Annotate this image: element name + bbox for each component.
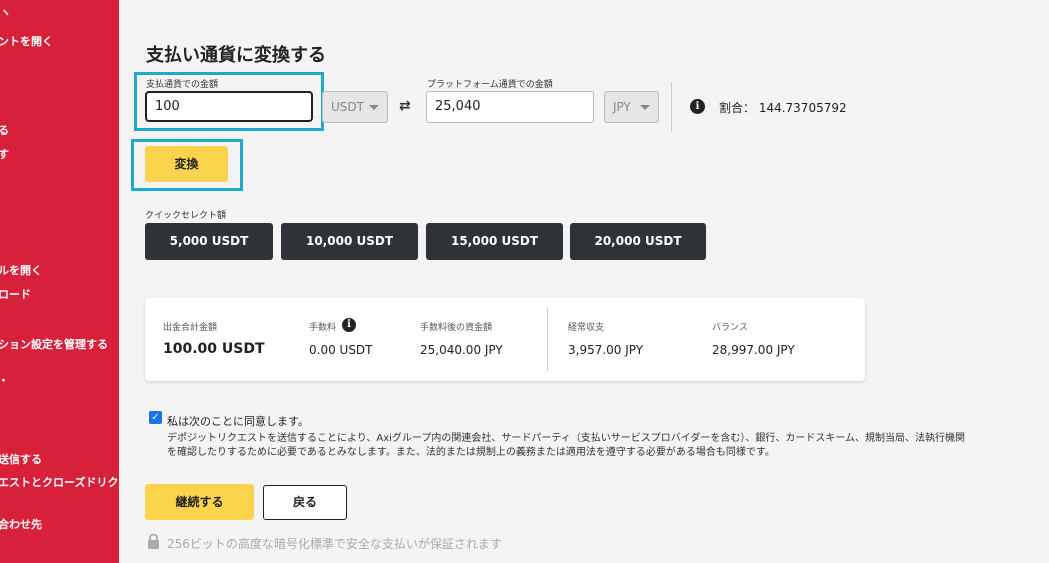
- quick-select-20000[interactable]: 20,000 USDT: [570, 223, 706, 260]
- info-icon[interactable]: i: [690, 99, 705, 114]
- sidebar-item-open-account[interactable]: ントを開く: [0, 33, 53, 49]
- balance-value: 3,957.00 JPY: [568, 343, 644, 357]
- agree-line-2: を確認したりするために必要であるとみなします。また、法的または規制上の義務または…: [167, 447, 775, 458]
- platform-currency-value: JPY: [613, 100, 631, 114]
- sidebar-item-dot: ・: [0, 372, 9, 388]
- quick-select-label: クイックセレクト額: [145, 211, 227, 221]
- sidebar-item-2[interactable]: る: [0, 122, 9, 138]
- continue-button[interactable]: 継続する: [145, 484, 254, 520]
- total-value: 100.00 USDT: [163, 341, 265, 357]
- after-fee-value: 25,040.00 JPY: [420, 343, 503, 357]
- secure-payment-note: 256ビットの高度な暗号化標準で安全な支払いが保証されます: [167, 537, 502, 551]
- platform-amount-label: プラットフォーム通貨での金額: [427, 80, 553, 90]
- pay-currency-select[interactable]: USDT: [322, 91, 388, 123]
- agree-title: 私は次のことに同意します。: [167, 415, 309, 428]
- sidebar: ヽ ントを開く る す ルを開く ロード ション設定を管理する ・ 送信する エ…: [0, 0, 119, 563]
- convert-button[interactable]: 変換: [145, 146, 228, 182]
- exchange-rate: 割合： 144.73705792: [719, 101, 847, 115]
- agree-line-1: デポジットリクエストを送信することにより、Axiグループ内の関連会社、サードパー…: [167, 433, 966, 444]
- quick-select-10000[interactable]: 10,000 USDT: [281, 223, 418, 260]
- agree-body: デポジットリクエストを送信することにより、Axiグループ内の関連会社、サードパー…: [167, 432, 965, 460]
- swap-icon[interactable]: ⇄: [399, 98, 411, 114]
- sidebar-item-download[interactable]: ロード: [0, 286, 31, 302]
- chevron-down-icon: [369, 105, 379, 110]
- equity-label: バランス: [712, 323, 748, 333]
- fee-value: 0.00 USDT: [309, 343, 373, 357]
- chevron-down-icon: [640, 105, 650, 110]
- sidebar-item-open-tool[interactable]: ルを開く: [0, 262, 42, 278]
- equity-value: 28,997.00 JPY: [712, 343, 795, 357]
- agree-checkbox[interactable]: ✓: [149, 411, 162, 424]
- quick-select-5000[interactable]: 5,000 USDT: [145, 223, 273, 260]
- back-button[interactable]: 戻る: [263, 485, 347, 520]
- balance-label: 経常収支: [568, 323, 605, 333]
- sidebar-item-requests[interactable]: エストとクローズドリク: [0, 474, 118, 490]
- sidebar-item-manage-settings[interactable]: ション設定を管理する: [0, 336, 108, 352]
- total-label: 出金合計金額: [163, 323, 218, 333]
- pay-amount-input[interactable]: 100: [145, 91, 313, 122]
- chevron-icon: ヽ: [0, 6, 11, 19]
- lock-icon: [148, 534, 159, 549]
- platform-currency-select[interactable]: JPY: [604, 91, 659, 123]
- platform-amount-input[interactable]: 25,040: [426, 91, 594, 123]
- sidebar-item-3[interactable]: す: [0, 146, 9, 162]
- quick-select-15000[interactable]: 15,000 USDT: [426, 223, 563, 260]
- sidebar-item-contact[interactable]: 合わせ先: [0, 516, 42, 532]
- fee-info-icon[interactable]: i: [342, 318, 356, 332]
- summary-divider: [547, 308, 548, 371]
- sidebar-item-send[interactable]: 送信する: [0, 451, 42, 467]
- after-fee-label: 手数料後の資金額: [420, 323, 493, 333]
- pay-amount-label: 支払通貨での金額: [146, 80, 219, 90]
- page-title: 支払い通貨に変換する: [146, 45, 326, 66]
- fee-label: 手数料: [309, 323, 337, 333]
- pay-currency-value: USDT: [331, 100, 364, 114]
- divider: [671, 82, 672, 132]
- main-content: 支払い通貨に変換する 支払通貨での金額 100 USDT ⇄ プラットフォーム通…: [119, 0, 1049, 563]
- summary-card: 出金合計金額 100.00 USDT 手数料 i 0.00 USDT 手数料後の…: [145, 298, 865, 381]
